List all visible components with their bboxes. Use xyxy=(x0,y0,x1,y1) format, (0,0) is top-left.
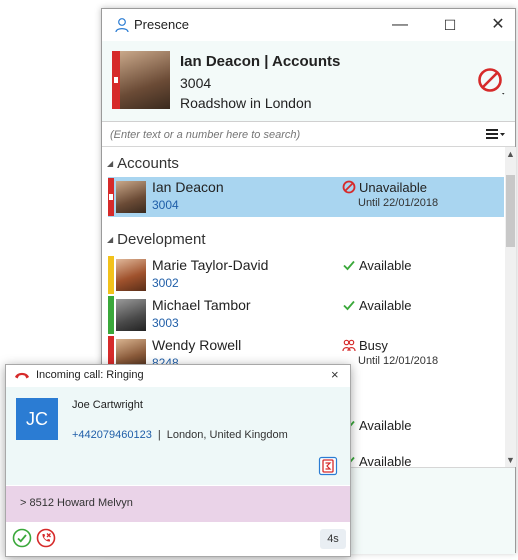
contact-status: Busy xyxy=(342,338,388,353)
caller-location: London, United Kingdom xyxy=(166,429,288,441)
search-bar xyxy=(102,122,515,147)
contact-status: Available xyxy=(342,418,412,433)
status-label: Available xyxy=(359,454,412,467)
contact-status: Available xyxy=(342,258,412,273)
collapse-triangle-icon: ◢ xyxy=(107,235,114,244)
user-name: Ian Deacon | Accounts xyxy=(180,53,341,70)
status-label: Available xyxy=(359,258,412,273)
check-icon xyxy=(343,260,355,271)
group-header-development[interactable]: ◢ Development xyxy=(107,231,206,248)
separator: | xyxy=(157,429,161,441)
search-input[interactable] xyxy=(108,125,477,145)
check-icon xyxy=(343,300,355,311)
minimize-button[interactable]: — xyxy=(386,13,414,37)
status-label: Busy xyxy=(359,338,388,353)
phone-hangup-icon xyxy=(15,372,29,379)
status-until: Until 12/01/2018 xyxy=(358,355,439,367)
incoming-call-popup: Incoming call: Ringing × JC Joe Cartwrig… xyxy=(5,364,351,557)
forward-route[interactable]: > 8512 Howard Melvyn xyxy=(6,486,350,522)
collapse-triangle-icon: ◢ xyxy=(107,159,114,168)
contact-name: Michael Tambor xyxy=(152,297,251,313)
scrollbar[interactable]: ▲ ▼ xyxy=(505,147,516,467)
answer-call-icon[interactable] xyxy=(12,528,32,548)
status-label: Available xyxy=(359,298,412,313)
status-color-bar xyxy=(108,296,114,334)
group-header-accounts[interactable]: ◢ Accounts xyxy=(107,155,179,172)
contact-row[interactable]: Marie Taylor-David 3002 Available xyxy=(108,255,504,295)
avatar xyxy=(116,259,146,291)
busy-icon xyxy=(342,339,356,352)
caller-details: +442079460123 | London, United Kingdom xyxy=(72,429,288,441)
call-timer: 4s xyxy=(320,529,346,549)
unavailable-icon xyxy=(342,180,356,194)
contact-status: Available xyxy=(342,454,412,467)
avatar xyxy=(116,299,146,331)
title-bar[interactable]: Presence — ☐ ✕ xyxy=(102,9,515,41)
current-user-header: Ian Deacon | Accounts 3004 Roadshow in L… xyxy=(102,41,515,122)
group-name: Development xyxy=(117,231,206,248)
caller-number[interactable]: +442079460123 xyxy=(72,429,152,441)
close-button[interactable]: ✕ xyxy=(484,13,512,37)
contact-row[interactable]: Ian Deacon 3004 Unavailable Until 22/01/… xyxy=(108,177,504,217)
window-title: Presence xyxy=(134,17,189,32)
status-label: Available xyxy=(359,418,412,433)
user-extension: 3004 xyxy=(180,75,212,91)
status-color-bar xyxy=(108,178,114,216)
avatar xyxy=(116,181,146,213)
contact-extension[interactable]: 3004 xyxy=(152,198,179,212)
scrollbar-thumb[interactable] xyxy=(506,175,515,247)
popup-title-bar[interactable]: Incoming call: Ringing × xyxy=(6,365,350,387)
status-until: Until 22/01/2018 xyxy=(358,197,439,209)
reject-call-icon[interactable] xyxy=(36,528,56,548)
avatar[interactable] xyxy=(120,51,170,109)
contact-extension[interactable]: 3003 xyxy=(152,316,179,330)
contact-status: Available xyxy=(342,298,412,313)
contact-name: Ian Deacon xyxy=(152,179,224,195)
do-not-disturb-icon[interactable] xyxy=(476,66,506,96)
status-color-bar xyxy=(112,51,120,109)
caller-name: Joe Cartwright xyxy=(72,399,143,411)
route-label: > 8512 Howard Melvyn xyxy=(20,497,133,509)
hamburger-menu-icon[interactable] xyxy=(484,127,506,141)
status-color-bar xyxy=(108,256,114,294)
contact-card-icon[interactable] xyxy=(318,456,338,476)
popup-title: Incoming call: Ringing xyxy=(36,369,144,381)
contact-row[interactable]: Michael Tambor 3003 Available xyxy=(108,295,504,335)
group-name: Accounts xyxy=(117,155,179,172)
user-note: Roadshow in London xyxy=(180,95,312,111)
contact-name: Wendy Rowell xyxy=(152,337,242,353)
person-icon xyxy=(115,18,129,33)
call-actions: 4s xyxy=(6,522,350,556)
contact-extension[interactable]: 3002 xyxy=(152,276,179,290)
scroll-up-icon[interactable]: ▲ xyxy=(506,149,515,159)
caller-avatar: JC xyxy=(16,398,58,440)
contact-name: Marie Taylor-David xyxy=(152,257,269,273)
caller-info: JC Joe Cartwright +442079460123 | London, … xyxy=(6,387,350,485)
contact-status: Unavailable xyxy=(342,180,427,195)
close-icon[interactable]: × xyxy=(331,367,339,382)
maximize-button[interactable]: ☐ xyxy=(436,13,464,37)
status-label: Unavailable xyxy=(359,180,427,195)
scroll-down-icon[interactable]: ▼ xyxy=(506,455,515,465)
